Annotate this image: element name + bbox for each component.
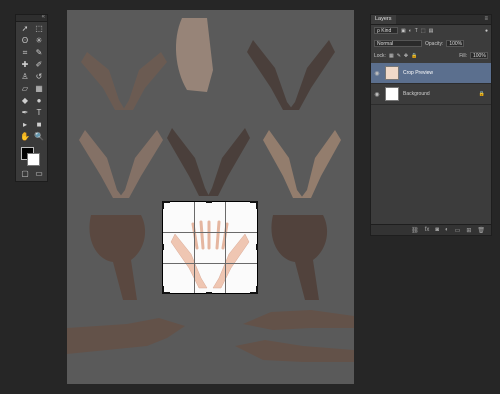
hand-image [235, 340, 354, 362]
lock-all-icon[interactable]: 🔒 [411, 53, 417, 59]
hand-image [263, 130, 303, 198]
hand-image [167, 128, 209, 196]
hand-image [301, 130, 341, 198]
link-layers-icon[interactable]: ⛓ [411, 227, 419, 234]
fill-field[interactable]: 100% [470, 52, 488, 59]
dodge-tool-icon[interactable]: ● [33, 96, 45, 106]
layer-thumbnail [385, 66, 399, 80]
panel-menu-icon[interactable]: ≡ [484, 15, 488, 24]
gradient-icon[interactable]: ▦ [33, 84, 45, 94]
filter-smart-icon[interactable]: ▤ [429, 28, 434, 34]
hand-image [247, 40, 293, 110]
fx-icon[interactable]: fx [425, 227, 430, 233]
hands-photo-grid [67, 18, 354, 362]
crop-handle-left[interactable] [162, 244, 164, 250]
layer-row-background[interactable]: ◉ Background 🔒 [371, 84, 491, 105]
crop-handle-top-right[interactable] [256, 201, 258, 209]
document-canvas[interactable] [67, 10, 354, 384]
pen-tool-icon[interactable]: ✒ [19, 108, 31, 118]
tab-layers[interactable]: Layers [371, 15, 396, 24]
layers-panel: Layers ≡ ρ Kind ▣ ◐ T ⬚ ▤ ● Normal Opaci… [370, 14, 492, 236]
new-layer-icon[interactable]: ⊞ [466, 227, 471, 234]
hand-image [89, 215, 146, 300]
filter-pixel-icon[interactable]: ▣ [401, 28, 406, 34]
blur-tool-icon[interactable]: ◆ [19, 96, 31, 106]
crop-handle-top-left[interactable] [162, 201, 164, 209]
magic-wand-icon[interactable]: ✳ [33, 36, 45, 46]
layers-panel-footer: ⛓ fx ◙ ◐ ▭ ⊞ 🗑 [371, 224, 491, 235]
shape-tool-icon[interactable]: ■ [33, 120, 45, 130]
lock-pixels-icon[interactable]: ✎ [397, 53, 401, 59]
crop-tool-icon[interactable]: ⌗ [19, 48, 31, 58]
visibility-eye-icon[interactable]: ◉ [371, 91, 383, 98]
crop-preview-box[interactable] [162, 201, 258, 294]
crop-grid-line [163, 232, 257, 233]
healing-brush-icon[interactable]: ✚ [19, 60, 31, 70]
crop-grid-line [225, 202, 226, 293]
crop-handle-right[interactable] [256, 244, 258, 250]
hand-image [243, 310, 354, 330]
eraser-icon[interactable]: ▱ [19, 84, 31, 94]
visibility-eye-icon[interactable]: ◉ [371, 70, 383, 77]
crop-handle-top[interactable] [206, 201, 212, 203]
type-tool-icon[interactable]: T [33, 108, 45, 118]
lasso-tool-icon[interactable]: ʘ [19, 36, 31, 46]
hand-image [119, 130, 163, 198]
crop-grid-line [194, 202, 195, 293]
opacity-field[interactable]: 100% [446, 40, 465, 47]
filter-type-icon[interactable]: T [415, 28, 418, 34]
filter-adjustment-icon[interactable]: ◐ [409, 28, 412, 34]
collapse-icon[interactable]: « [42, 14, 45, 20]
layers-panel-header: Layers ≡ [371, 15, 491, 25]
filter-toggle-icon[interactable]: ● [485, 28, 488, 34]
tools-panel-grip[interactable]: « [16, 14, 47, 22]
filter-shape-icon[interactable]: ⬚ [421, 28, 426, 34]
hand-image [175, 18, 213, 92]
eyedropper-icon[interactable]: ✎ [33, 48, 45, 58]
lock-icon: 🔒 [478, 91, 485, 97]
blend-mode-select[interactable]: Normal [374, 40, 422, 47]
hand-image [79, 130, 123, 198]
hand-image [289, 40, 335, 110]
brush-tool-icon[interactable]: ✐ [33, 60, 45, 70]
zoom-tool-icon[interactable]: 🔍 [33, 132, 45, 142]
lock-position-icon[interactable]: ✥ [404, 53, 408, 59]
move-tool-icon[interactable]: ➚ [19, 24, 31, 34]
blend-mode-value: Normal [377, 41, 394, 47]
history-brush-icon[interactable]: ↺ [33, 72, 45, 82]
layer-name[interactable]: Background [403, 91, 430, 97]
crop-handle-bottom-left[interactable] [162, 286, 164, 294]
path-select-icon[interactable]: ▸ [19, 120, 31, 130]
adjustment-icon[interactable]: ◐ [445, 227, 449, 233]
lock-transparent-icon[interactable]: ▦ [389, 53, 394, 59]
crop-preview-image [170, 220, 250, 289]
mask-icon[interactable]: ◙ [435, 227, 439, 233]
screen-mode-icon[interactable]: ▭ [33, 169, 45, 179]
layer-row-crop-preview[interactable]: ◉ Crop Preview [371, 63, 491, 84]
lock-label: Lock: [374, 52, 386, 59]
marquee-tool-icon[interactable]: ⬚ [33, 24, 45, 34]
hand-image [271, 215, 328, 300]
group-icon[interactable]: ▭ [455, 227, 461, 234]
hand-tool-icon[interactable]: ✋ [19, 132, 31, 142]
crop-grid-line [163, 263, 257, 264]
crop-handle-bottom[interactable] [206, 292, 212, 294]
filter-kind-select[interactable]: ρ Kind [374, 27, 398, 34]
hand-image [208, 128, 250, 196]
hand-image [81, 52, 125, 110]
layer-name[interactable]: Crop Preview [403, 70, 433, 76]
quick-mask-icon[interactable]: ▢ [19, 169, 31, 179]
tools-panel: « ➚ ⬚ ʘ ✳ ⌗ ✎ ✚ ✐ ♙ ↺ ▱ ▦ ◆ ● ✒ T ▸ ■ ✋ 🔍 ▢ ▭ [15, 14, 48, 182]
hand-image [67, 318, 185, 354]
layer-thumbnail [385, 87, 399, 101]
crop-handle-bottom-right[interactable] [256, 286, 258, 294]
trash-icon[interactable]: 🗑 [477, 227, 485, 234]
workspace: « ➚ ⬚ ʘ ✳ ⌗ ✎ ✚ ✐ ♙ ↺ ▱ ▦ ◆ ● ✒ T ▸ ■ ✋ 🔍 ▢ ▭ [0, 0, 500, 394]
clone-stamp-icon[interactable]: ♙ [19, 72, 31, 82]
hand-image [123, 52, 167, 110]
background-color-swatch[interactable] [27, 153, 40, 166]
opacity-label: Opacity: [425, 40, 444, 47]
fill-label: Fill: [459, 52, 467, 59]
